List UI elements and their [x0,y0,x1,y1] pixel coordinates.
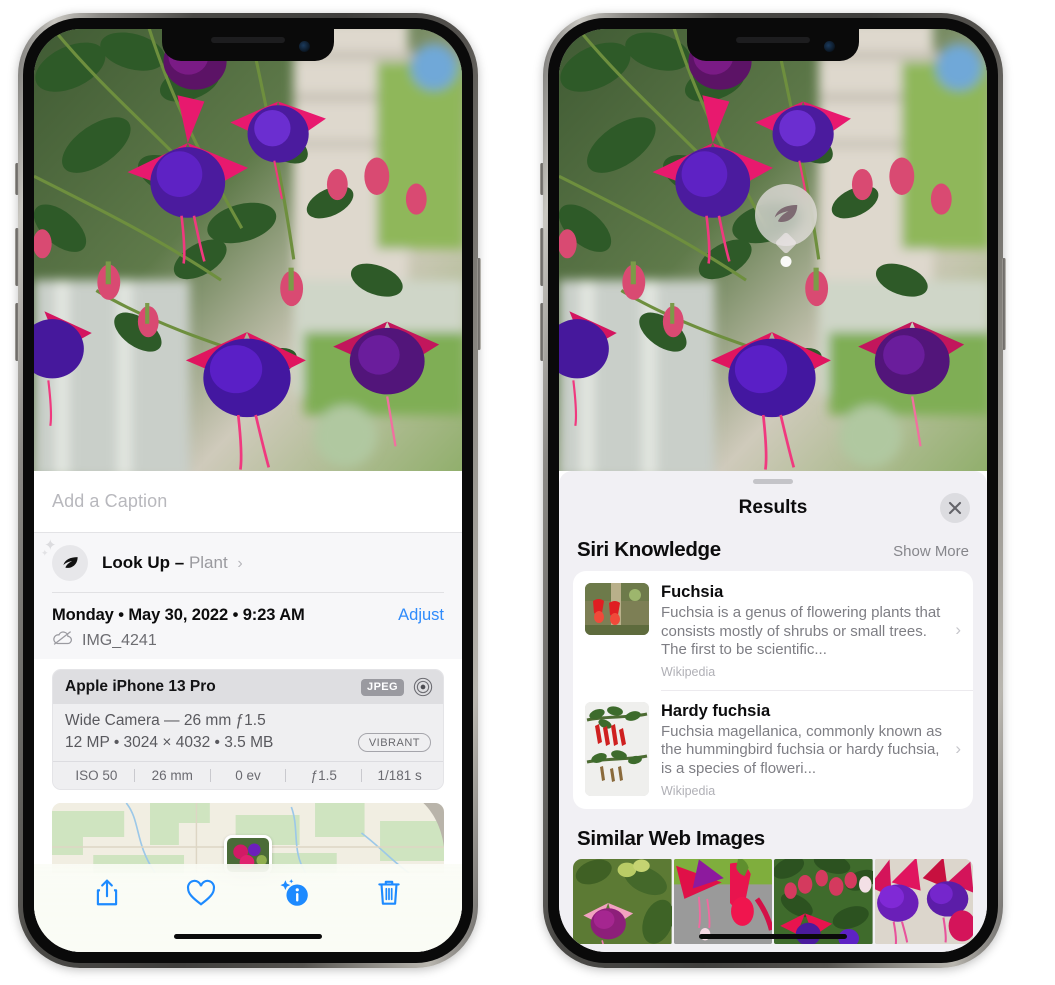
camera-model: Apple iPhone 13 Pro [65,678,216,695]
look-up-dash: – [174,553,185,572]
exif-card[interactable]: Apple iPhone 13 Pro JPEG Wide Camera — 2… [52,669,444,790]
home-indicator-right[interactable] [699,934,847,939]
adjust-date-button[interactable]: Adjust [398,606,444,625]
earpiece-speaker-right [736,37,810,43]
photo-viewer-right[interactable] [559,29,987,471]
web-image-thumbnail[interactable] [774,858,873,944]
screen-right: Results Siri Knowledge Show More Fuchsia… [559,29,987,952]
result-description: Fuchsia is a genus of flowering plants t… [661,604,941,659]
siri-knowledge-title: Siri Knowledge [577,538,721,561]
side-power-button-left[interactable] [477,258,481,350]
result-source: Wikipedia [661,783,716,798]
screen-left: Add a Caption ✦ ✦ Look Up – Plant › Mond… [34,29,462,952]
heart-icon[interactable] [184,876,218,910]
trash-icon[interactable] [372,876,406,910]
result-text-block: Fuchsia Fuchsia is a genus of flowering … [661,583,961,679]
look-up-title: Look Up [102,553,170,572]
photo-filename: IMG_4241 [82,631,157,649]
exif-card-body: Wide Camera — 26 mm ƒ1.5 12 MP • 3024 × … [53,704,443,761]
web-image-thumbnail[interactable] [573,858,672,944]
volume-down-button-left[interactable] [15,303,19,361]
result-text-block: Hardy fuchsia Fuchsia magellanica, commo… [661,702,961,798]
result-title: Hardy fuchsia [661,701,771,720]
aperture-icon [413,677,433,697]
show-more-button[interactable]: Show More [893,543,969,560]
home-indicator-left[interactable] [174,934,322,939]
icloud-slash-icon [52,630,74,651]
results-header: Results [559,484,987,532]
similar-web-images-title: Similar Web Images [577,826,765,850]
similar-web-images-header: Similar Web Images [559,809,987,859]
chevron-right-icon: › [955,739,961,759]
iphone-device-right: Results Siri Knowledge Show More Fuchsia… [540,13,1006,968]
visual-lookup-badge[interactable] [755,184,817,267]
look-up-subject: Plant [188,553,228,572]
iphone-device-left: Add a Caption ✦ ✦ Look Up – Plant › Mond… [15,13,481,968]
sparkle-small-icon: ✦ [41,548,49,558]
location-map-thumbnail[interactable] [52,803,444,873]
siri-knowledge-header: Siri Knowledge Show More [559,532,987,571]
web-image-thumbnail[interactable] [673,858,772,944]
results-title: Results [738,497,808,518]
photo-date-text: Monday • May 30, 2022 • 9:23 AM [52,606,305,624]
info-sparkle-icon[interactable] [278,876,312,910]
lookup-anchor-dot [780,256,792,267]
siri-knowledge-card: Fuchsia Fuchsia is a genus of flowering … [573,571,973,809]
exif-stat-aperture: ƒ1.5 [310,768,337,783]
caption-placeholder: Add a Caption [52,491,168,511]
device-bezel-right: Results Siri Knowledge Show More Fuchsia… [548,18,998,963]
leaf-icon: ✦ ✦ [41,538,88,581]
result-thumbnail [585,701,649,796]
web-image-thumbnail[interactable] [874,858,973,944]
close-icon[interactable] [940,493,970,523]
result-title: Fuchsia [661,583,724,601]
notch-left [162,29,334,61]
look-up-row[interactable]: ✦ ✦ Look Up – Plant › [34,533,462,593]
knowledge-result-row[interactable]: Hardy fuchsia Fuchsia magellanica, commo… [573,689,973,809]
image-specs: 12 MP • 3024 × 4032 • 3.5 MB [65,733,274,751]
volume-up-button-left[interactable] [15,228,19,286]
exif-stat-focal: 26 mm [151,768,193,783]
exif-stat-iso: ISO 50 [75,768,118,783]
front-camera-left [299,41,310,52]
exif-stat-shutter: 1/181 s [377,768,422,783]
knowledge-result-row[interactable]: Fuchsia Fuchsia is a genus of flowering … [573,571,973,690]
lens-description: Wide Camera — 26 mm ƒ1.5 [65,712,266,729]
exif-stat-exposure: 0 ev [235,768,261,783]
side-power-button-right[interactable] [1002,258,1006,350]
mute-switch-right[interactable] [540,163,544,195]
volume-down-button-right[interactable] [540,303,544,361]
chevron-right-icon: › [955,620,961,640]
look-up-label: Look Up – Plant › [102,553,243,573]
earpiece-speaker-left [211,37,285,43]
fuchsia-photo-right [559,29,987,471]
share-icon[interactable] [90,876,124,910]
leaf-icon [755,184,817,255]
file-format-badge: JPEG [361,678,404,696]
photo-viewer-left[interactable] [34,29,462,471]
caption-field-row[interactable]: Add a Caption [34,471,462,533]
screenshot-root: Add a Caption ✦ ✦ Look Up – Plant › Mond… [0,0,1055,985]
volume-up-button-right[interactable] [540,228,544,286]
device-bezel-left: Add a Caption ✦ ✦ Look Up – Plant › Mond… [23,18,473,963]
results-sheet: Results Siri Knowledge Show More Fuchsia… [559,471,987,952]
mute-switch-left[interactable] [15,163,19,195]
result-description: Fuchsia magellanica, commonly known as t… [661,722,942,777]
photographic-style-badge: VIBRANT [357,733,431,752]
result-thumbnail [585,583,649,635]
similar-web-images-strip[interactable] [559,858,987,944]
photo-metadata-block: Monday • May 30, 2022 • 9:23 AM Adjust I… [34,593,462,659]
notch-right [687,29,859,61]
fuchsia-photo-left [34,29,462,471]
exif-card-header: Apple iPhone 13 Pro JPEG [53,670,443,704]
result-source: Wikipedia [661,664,716,679]
front-camera-right [824,41,835,52]
chevron-right-icon: › [237,555,243,572]
exif-stats-row: ISO 50 26 mm 0 ev ƒ1.5 1/181 s [53,761,443,789]
